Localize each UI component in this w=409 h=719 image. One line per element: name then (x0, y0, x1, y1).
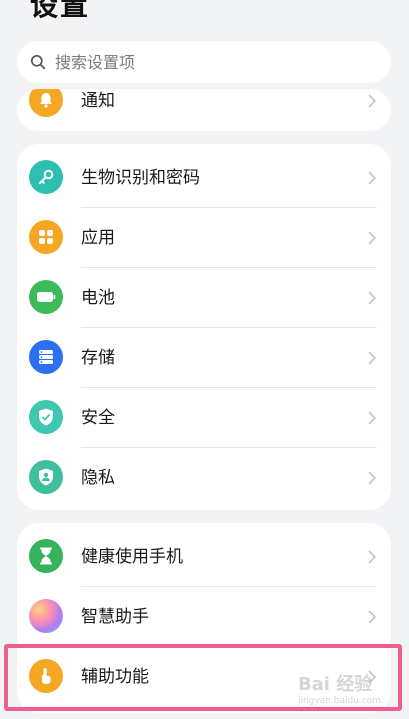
settings-item-apps[interactable]: 应用 (17, 208, 391, 268)
watermark-subtext: jingyan.baidu.com (297, 696, 381, 706)
search-icon (29, 53, 47, 71)
storage-icon (29, 340, 63, 374)
settings-item-label: 通知 (81, 91, 115, 111)
chevron-right-icon (368, 411, 377, 425)
smart-assistant-icon (29, 599, 63, 633)
chevron-right-icon (368, 291, 377, 305)
settings-item-label: 智慧助手 (81, 607, 149, 627)
settings-item-smart-assistant[interactable]: 智慧助手 (17, 587, 391, 647)
settings-item-battery[interactable]: 电池 (17, 268, 391, 328)
settings-item-security[interactable]: 安全 (17, 388, 391, 448)
settings-item-storage[interactable]: 存储 (17, 328, 391, 388)
settings-item-label: 应用 (81, 228, 115, 248)
shield-icon (29, 400, 63, 434)
settings-item-label: 电池 (81, 288, 115, 308)
apps-grid-icon (29, 220, 63, 254)
chevron-right-icon (368, 471, 377, 485)
settings-item-label: 生物识别和密码 (81, 168, 200, 188)
settings-item-biometrics[interactable]: 生物识别和密码 (17, 148, 391, 208)
chevron-right-icon (368, 231, 377, 245)
chevron-right-icon (368, 550, 377, 564)
settings-group-notifications: 通知 (17, 89, 391, 131)
chevron-right-icon (368, 94, 377, 108)
chevron-right-icon (368, 171, 377, 185)
settings-item-label: 健康使用手机 (81, 547, 183, 567)
privacy-shield-icon (29, 460, 63, 494)
watermark-text: Bai 经验 (297, 674, 373, 695)
key-icon (29, 160, 63, 194)
chevron-right-icon (368, 610, 377, 624)
search-bar[interactable] (17, 41, 391, 83)
settings-item-label: 安全 (81, 408, 115, 428)
settings-item-label: 存储 (81, 348, 115, 368)
settings-item-digital-balance[interactable]: 健康使用手机 (17, 527, 391, 587)
chevron-right-icon (368, 351, 377, 365)
settings-item-label: 隐私 (81, 468, 115, 488)
battery-icon (29, 280, 63, 314)
page-title: 设置 (30, 0, 91, 22)
search-input[interactable] (53, 51, 357, 73)
hourglass-icon (29, 539, 63, 573)
settings-group-main: 生物识别和密码 应用 电池 存储 安全 隐私 (17, 144, 391, 510)
bell-icon (29, 89, 63, 117)
settings-item-notifications[interactable]: 通知 (17, 89, 391, 131)
watermark: Bai 经验 jingyan.baidu.com (298, 670, 381, 706)
settings-item-privacy[interactable]: 隐私 (17, 448, 391, 508)
